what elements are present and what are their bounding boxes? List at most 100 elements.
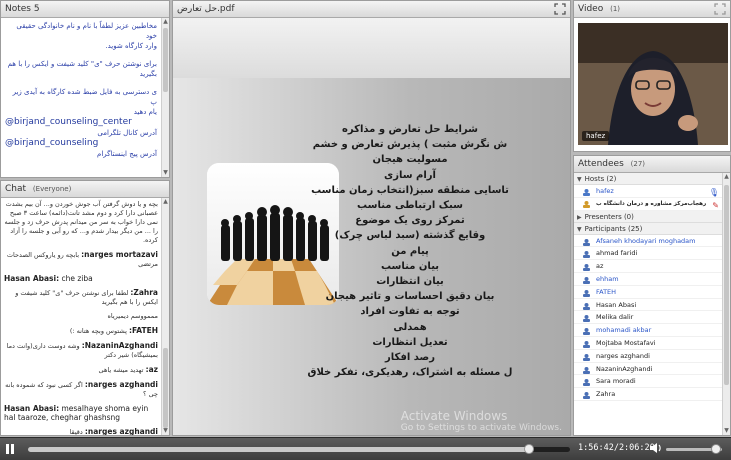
slide-line: توجه به تفاوت افراد [360,306,460,318]
attendee-name: mohamadi akbar [596,326,652,335]
volume-icon[interactable] [649,442,663,457]
presenters-section[interactable]: ▶ Presenters (0) [574,210,722,223]
attendee-name: رهجاب‌مرکز مشاوره و درمان دانشگاه ب [596,200,707,207]
participant-icon [582,276,591,284]
hosts-section[interactable]: ▼ Hosts (2) [574,173,722,185]
chat-message: Hasan Abasi: che ziba [4,274,158,283]
chat-sender: az: [145,365,158,374]
scroll-up-icon[interactable]: ▲ [162,198,169,206]
scroll-down-icon[interactable]: ▼ [162,427,169,435]
chat-text: che ziba [61,274,93,283]
scroll-up-icon[interactable]: ▲ [162,18,169,26]
attendee-row[interactable]: رهجاب‌مرکز مشاوره و درمان دانشگاه ب ✎ [574,198,722,211]
scroll-down-icon[interactable]: ▼ [723,427,730,435]
instagram-label: آدرس پیج اینستاگرام [97,150,157,158]
notes-count: 5 [33,4,40,14]
attendee-row[interactable]: az [574,260,722,273]
expand-triangle-icon[interactable]: ▼ [577,226,582,233]
chat-messages[interactable]: بچه و یا دوش گرفتن آب جوش خوردن و... آن … [1,198,161,435]
chat-text: مممووسم دیمیریاه [107,312,158,320]
presentation-file-title: حل تعارض.pdf [177,4,235,14]
notes-scrollbar[interactable]: ▲ ▼ [161,18,169,177]
volume-knob[interactable] [711,444,722,454]
participant-icon [582,327,591,336]
slide-line: وقایع گذشته (سبد لباس چرک) [334,230,486,242]
watermark-line1: Activate Windows [400,409,508,423]
playback-bar: 1:56:42/2:06:20 [0,437,731,460]
attendee-row[interactable]: Hasan Abasi [574,299,722,312]
attendees-count: (27) [630,160,646,168]
chat-sender: Zahra: [130,288,158,297]
notes-line: یام دهید [133,108,157,116]
attendee-row[interactable]: Melika dalir [574,311,722,325]
chat-sender: FATEH: [128,326,158,335]
playback-scrubber[interactable] [523,444,534,454]
instagram-handle[interactable]: @birjand_counseling [5,138,157,149]
participant-icon [582,378,591,387]
attendee-name: Hasan Abasi [596,300,637,309]
chat-message: مممووسم دیمیریاه [4,312,158,321]
fullscreen-icon[interactable] [554,3,566,15]
attendees-scrollbar[interactable]: ▲ ▼ [722,173,730,435]
chat-header: Chat (Everyone) [1,181,169,198]
attendee-name: Melika dalir [596,313,634,322]
attendee-row[interactable]: hafez 🎙 [574,185,722,198]
attendees-list[interactable]: ▼ Hosts (2) hafez 🎙 رهجاب‌مرکز مشاوره و د… [574,173,722,435]
chat-message: az: تهدید میشه یاهی [4,365,158,375]
microphone-icon: 🎙 [708,188,719,197]
presentation-pane: حل تعارض.pdf شرایط حل تعارض و مذاکره ش ن… [172,0,571,436]
slide-line: تعدیل انتظارات [372,336,448,348]
attendee-row[interactable]: Afsaneh khodayari moghadam [574,235,722,248]
scroll-up-icon[interactable]: ▲ [723,173,730,181]
scroll-down-icon[interactable]: ▼ [162,169,169,177]
slide-line: رصد افکار [385,352,435,364]
playback-progress-track[interactable] [28,444,570,454]
participant-icon [582,289,591,297]
host-icon [582,200,591,208]
attendees-pane: Attendees (27) ▼ Hosts (2) hafez 🎙 رهجاب‌… [573,155,731,436]
participants-section[interactable]: ▼ Participants (25) [574,222,722,235]
slide-line: شرایط حل تعارض و مذاکره [342,124,478,135]
notes-line: بگیرید [139,70,157,78]
video-feed[interactable]: hafez [578,23,728,145]
pause-icon[interactable] [5,443,17,456]
chat-message: Zahra: لطفا برای نوشتن حرف "ی" کلید شیفت… [4,288,158,307]
telegram-handle[interactable]: @birjand_counseling_center [5,117,157,128]
participant-icon [582,238,591,246]
chat-title: Chat [5,184,27,194]
attendee-row[interactable]: Mojtaba Mostafavi [574,337,722,350]
chat-text: پشتوس وبچه هتانه :) [69,327,127,335]
muted-mic-icon: ✎ [712,200,719,210]
chat-text: تهدید میشه یاهی [98,366,144,374]
attendee-row[interactable]: narges azghandi [574,350,722,363]
host-icon [582,188,591,196]
video-title: Video [578,4,604,14]
chat-text: بچه و یا دوش گرفتن آب جوش خوردن و... آن … [4,200,158,244]
attendee-row[interactable]: FATEH [574,286,722,299]
expand-triangle-icon[interactable]: ▼ [577,176,582,183]
chat-sender: NazaninAzghandi: [81,341,158,350]
chat-message: Hasan Abasi: mesalhaye shoma eyin hal ta… [4,404,158,422]
presenters-label: Presenters (0) [584,212,634,221]
chat-scope[interactable]: (Everyone) [33,185,71,193]
attendee-name: ehham [596,274,619,283]
notes-scroll-thumb[interactable] [163,28,168,92]
attendees-title: Attendees [578,159,624,169]
attendee-row[interactable]: ahmad faridi [574,247,722,261]
attendee-row[interactable]: mohamadi akbar [574,324,722,337]
notes-body[interactable]: مخاطبین عزیز لطفاً با نام و نام خانوادگی… [1,18,161,177]
fullscreen-icon[interactable] [714,3,726,15]
chat-scrollbar[interactable]: ▲ ▼ [161,198,169,435]
attendee-row[interactable]: Sara moradi [574,375,722,389]
telegram-label: آدرس کانال تلگرامی [97,129,157,137]
collapse-triangle-icon[interactable]: ▶ [577,214,582,221]
chat-scroll-thumb[interactable] [163,348,168,428]
attendee-row[interactable]: Zahra [574,388,722,401]
attendees-scroll-thumb[interactable] [724,185,729,385]
attendee-row[interactable]: NazaninAzghandi [574,363,722,376]
slide-line: بیان دقیق احساسات و تاثیر هیجان [325,291,495,303]
attendee-row[interactable]: ehham [574,273,722,286]
slide-line: بیان انتظارات [376,276,444,288]
slide-line: سبک ارتباطی مناسب [357,200,463,212]
attendee-name: Mojtaba Mostafavi [596,338,656,347]
